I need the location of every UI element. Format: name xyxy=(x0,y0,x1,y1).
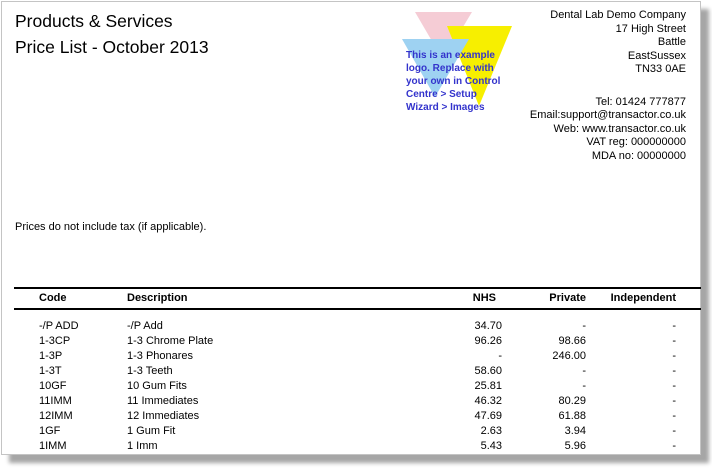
cell-code: 10GF xyxy=(39,379,67,392)
address-line: Dental Lab Demo Company xyxy=(550,9,686,21)
cell-nhs: 25.81 xyxy=(474,379,502,392)
column-header-independent: Independent xyxy=(586,288,701,310)
cell-private: 5.96 xyxy=(564,439,586,452)
cell-nhs: - xyxy=(498,349,502,362)
table-row: 1GF 1 Gum Fit 2.63 3.94 - xyxy=(14,423,701,438)
cell-private: 246.00 xyxy=(552,349,586,362)
cell-private: 80.29 xyxy=(558,394,586,407)
logo-placeholder-text: This is an example logo. Replace with your… xyxy=(406,49,500,114)
logo-text-line: your own in Control xyxy=(406,76,501,87)
report-title-line2: Price List - October 2013 xyxy=(15,37,209,57)
table-row: 12IMM 12 Immediates 47.69 61.88 - xyxy=(14,408,701,423)
report-page: Products & Services Price List - October… xyxy=(1,1,701,455)
contact-line: VAT reg: 000000000 xyxy=(586,136,686,148)
cell-private: 3.94 xyxy=(564,424,586,437)
cell-independent: - xyxy=(672,349,676,362)
cell-code: 12IMM xyxy=(39,409,73,422)
address-line: Battle xyxy=(657,36,686,48)
cell-description: 12 Immediates xyxy=(127,409,200,422)
tax-note: Prices do not include tax (if applicable… xyxy=(15,221,207,233)
report-title-line1: Products & Services xyxy=(15,11,173,31)
cell-code: 1GF xyxy=(39,424,61,437)
table-row: 10GF 10 Gum Fits 25.81 - - xyxy=(14,378,701,393)
cell-nhs: 2.63 xyxy=(480,424,502,437)
cell-code: 11IMM xyxy=(39,394,72,407)
table-row: 1-3P 1-3 Phonares - 246.00 - xyxy=(14,348,701,363)
cell-private: 98.66 xyxy=(558,334,586,347)
report-title: Products & Services Price List - October… xyxy=(15,8,209,60)
contact-line: Email:support@transactor.co.uk xyxy=(529,109,686,121)
company-address: Dental Lab Demo Company 17 High Street Bat… xyxy=(530,9,686,77)
company-logo: This is an example logo. Replace with your… xyxy=(398,8,522,116)
price-table: Code Description NHS Private Independent… xyxy=(14,287,701,453)
cell-independent: - xyxy=(672,394,676,407)
cell-description: 10 Gum Fits xyxy=(127,379,187,392)
table-header-row: Code Description NHS Private Independent xyxy=(14,288,701,310)
cell-private: - xyxy=(582,364,586,377)
cell-nhs: 58.60 xyxy=(474,364,502,377)
column-header-nhs: NHS xyxy=(422,288,502,310)
cell-description: -/P Add xyxy=(127,320,163,332)
table-row: -/P ADD -/P Add 34.70 - - xyxy=(14,309,701,333)
cell-nhs: 47.69 xyxy=(474,409,502,422)
logo-text-line: Wizard > Images xyxy=(406,102,485,113)
table-row: 11IMM 11 Immediates 46.32 80.29 - xyxy=(14,393,701,408)
cell-code: 1-3T xyxy=(39,364,62,377)
cell-independent: - xyxy=(672,409,676,422)
cell-code: 1-3P xyxy=(39,349,63,362)
cell-description: 1 Gum Fit xyxy=(127,424,176,437)
contact-line: MDA no: 00000000 xyxy=(591,149,686,162)
cell-private: - xyxy=(582,320,586,332)
contact-line: Web: www.transactor.co.uk xyxy=(553,122,686,135)
cell-description: 1-3 Chrome Plate xyxy=(127,334,214,347)
cell-nhs: 34.70 xyxy=(474,320,502,332)
cell-independent: - xyxy=(672,439,676,452)
column-header-private: Private xyxy=(502,288,586,310)
cell-nhs: 46.32 xyxy=(474,394,502,407)
contact-line: Tel: 01424 777877 xyxy=(595,95,686,108)
cell-description: 11 Immediates xyxy=(127,394,199,407)
cell-nhs: 96.26 xyxy=(474,334,502,347)
address-line: 17 High Street xyxy=(615,22,686,35)
table-row: 1-3T 1-3 Teeth 58.60 - - xyxy=(14,363,701,378)
cell-independent: - xyxy=(672,379,676,392)
cell-code: 1IMM xyxy=(39,439,67,452)
cell-independent: - xyxy=(672,334,676,347)
logo-text-line: Centre > Setup xyxy=(406,89,477,100)
address-line: EastSussex xyxy=(627,49,686,62)
table-row: 1IMM 1 Imm 5.43 5.96 - xyxy=(14,438,701,453)
column-header-description: Description xyxy=(127,288,422,310)
logo-text-line: logo. Replace with xyxy=(406,63,494,74)
cell-independent: - xyxy=(672,424,676,437)
cell-independent: - xyxy=(672,320,676,332)
company-details: Dental Lab Demo Company 17 High Street Bat… xyxy=(530,9,686,163)
logo-text-line: This is an example xyxy=(406,50,495,61)
cell-description: 1-3 Teeth xyxy=(127,364,173,377)
cell-code: -/P ADD xyxy=(39,320,79,332)
column-header-code: Code xyxy=(14,288,127,310)
cell-nhs: 5.43 xyxy=(480,439,502,452)
cell-private: 61.88 xyxy=(558,409,586,422)
cell-description: 1-3 Phonares xyxy=(127,349,194,362)
company-contact: Tel: 01424 777877 Email:support@transacto… xyxy=(530,96,686,164)
address-line: TN33 0AE xyxy=(635,63,686,75)
cell-description: 1 Imm xyxy=(127,439,158,452)
table-row: 1-3CP 1-3 Chrome Plate 96.26 98.66 - xyxy=(14,333,701,348)
cell-private: - xyxy=(582,379,586,392)
cell-code: 1-3CP xyxy=(39,334,71,347)
cell-independent: - xyxy=(672,364,676,377)
